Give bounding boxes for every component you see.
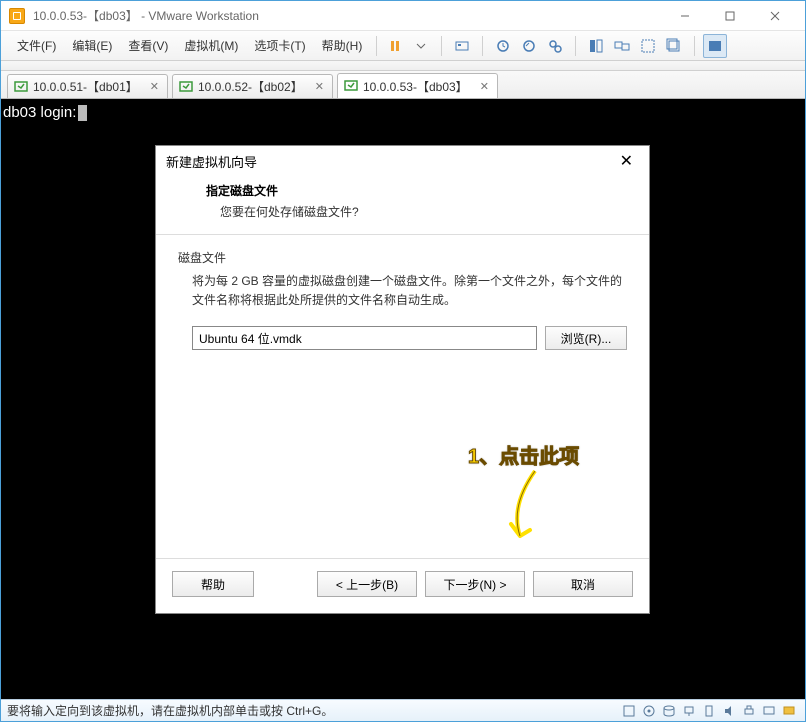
status-device-icons <box>619 702 799 720</box>
vm-tab-icon <box>179 80 193 94</box>
unity-icon[interactable] <box>662 34 686 58</box>
status-text: 要将输入定向到该虚拟机，请在虚拟机内部单击或按 Ctrl+G。 <box>7 702 333 719</box>
console-prompt: db03 login: <box>3 104 76 121</box>
menu-vm[interactable]: 虚拟机(M) <box>176 33 246 58</box>
revert-snapshot-icon[interactable] <box>517 34 541 58</box>
vm-tab-icon <box>14 80 28 94</box>
dialog-spacer <box>156 358 649 558</box>
floppy-icon[interactable] <box>619 702 639 720</box>
multimonitor-icon[interactable] <box>610 34 634 58</box>
close-button[interactable] <box>752 2 797 30</box>
tab-label: 10.0.0.53-【db03】 <box>363 78 468 95</box>
file-row: 浏览(R)... <box>192 326 627 350</box>
window-title: 10.0.0.53-【db03】 - VMware Workstation <box>33 7 662 24</box>
menu-help[interactable]: 帮助(H) <box>314 33 371 58</box>
toolbar-separator <box>376 36 377 56</box>
dialog-subheading: 您要在何处存储磁盘文件? <box>220 203 627 220</box>
vm-tab-icon <box>344 79 358 93</box>
close-icon[interactable]: ✕ <box>478 80 491 93</box>
cancel-button[interactable]: 取消 <box>533 571 633 597</box>
window-controls <box>662 2 797 30</box>
dropdown-icon[interactable] <box>409 34 433 58</box>
menu-file[interactable]: 文件(F) <box>9 33 64 58</box>
pause-icon[interactable] <box>383 34 407 58</box>
message-icon[interactable] <box>779 702 799 720</box>
disk-file-input[interactable] <box>192 326 537 350</box>
help-button[interactable]: 帮助 <box>172 571 254 597</box>
close-icon[interactable]: ✕ <box>313 80 326 93</box>
network-icon[interactable] <box>679 702 699 720</box>
tab-db03[interactable]: 10.0.0.53-【db03】 ✕ <box>337 73 498 98</box>
menu-edit[interactable]: 编辑(E) <box>64 33 120 58</box>
printer-icon[interactable] <box>739 702 759 720</box>
dialog-title-text: 新建虚拟机向导 <box>166 152 257 171</box>
toolbar-separator <box>575 36 576 56</box>
toolbar <box>383 34 727 58</box>
tab-db02[interactable]: 10.0.0.52-【db02】 ✕ <box>172 74 333 98</box>
close-icon[interactable]: ✕ <box>148 80 161 93</box>
dialog-body: 磁盘文件 将为每 2 GB 容量的虚拟磁盘创建一个磁盘文件。除第一个文件之外，每… <box>156 235 649 358</box>
minimize-button[interactable] <box>662 2 707 30</box>
dialog-titlebar: 新建虚拟机向导 ✕ <box>156 146 649 176</box>
back-button[interactable]: < 上一步(B) <box>317 571 417 597</box>
send-ctrl-alt-del-icon[interactable] <box>450 34 474 58</box>
toolbar-separator <box>482 36 483 56</box>
tab-label: 10.0.0.52-【db02】 <box>198 78 303 95</box>
sound-icon[interactable] <box>719 702 739 720</box>
statusbar: 要将输入定向到该虚拟机，请在虚拟机内部单击或按 Ctrl+G。 <box>1 699 805 721</box>
cd-icon[interactable] <box>639 702 659 720</box>
tab-label: 10.0.0.51-【db01】 <box>33 78 138 95</box>
vmware-app-icon <box>9 8 25 24</box>
disk-desc: 将为每 2 GB 容量的虚拟磁盘创建一个磁盘文件。除第一个文件之外，每个文件的文… <box>192 272 627 310</box>
thumbnail-view-icon[interactable] <box>584 34 608 58</box>
new-vm-wizard-dialog: 新建虚拟机向导 ✕ 指定磁盘文件 您要在何处存储磁盘文件? 磁盘文件 将为每 2… <box>155 145 650 614</box>
fullscreen-icon[interactable] <box>636 34 660 58</box>
tab-db01[interactable]: 10.0.0.51-【db01】 ✕ <box>7 74 168 98</box>
dialog-header: 指定磁盘文件 您要在何处存储磁盘文件? <box>156 176 649 235</box>
menu-view[interactable]: 查看(V) <box>120 33 176 58</box>
close-icon[interactable]: ✕ <box>614 149 639 173</box>
usb-icon[interactable] <box>699 702 719 720</box>
next-button[interactable]: 下一步(N) > <box>425 571 525 597</box>
display-icon[interactable] <box>759 702 779 720</box>
titlebar: 10.0.0.53-【db03】 - VMware Workstation <box>1 1 805 31</box>
browse-button[interactable]: 浏览(R)... <box>545 326 627 350</box>
maximize-button[interactable] <box>707 2 752 30</box>
menu-tabs[interactable]: 选项卡(T) <box>246 33 313 58</box>
button-spacer <box>262 571 309 597</box>
menubar: 文件(F) 编辑(E) 查看(V) 虚拟机(M) 选项卡(T) 帮助(H) <box>1 31 805 61</box>
snapshot-icon[interactable] <box>491 34 515 58</box>
disk-icon[interactable] <box>659 702 679 720</box>
disk-file-label: 磁盘文件 <box>178 249 627 266</box>
toolbar-separator <box>441 36 442 56</box>
dialog-button-row: 帮助 < 上一步(B) 下一步(N) > 取消 <box>156 559 649 613</box>
dialog-heading: 指定磁盘文件 <box>206 182 627 199</box>
manage-snapshot-icon[interactable] <box>543 34 567 58</box>
tabbar: 10.0.0.51-【db01】 ✕ 10.0.0.52-【db02】 ✕ 10… <box>1 71 805 99</box>
toolbar-separator <box>694 36 695 56</box>
text-cursor <box>78 105 87 121</box>
spacer-bar <box>1 61 805 71</box>
console-view-icon[interactable] <box>703 34 727 58</box>
